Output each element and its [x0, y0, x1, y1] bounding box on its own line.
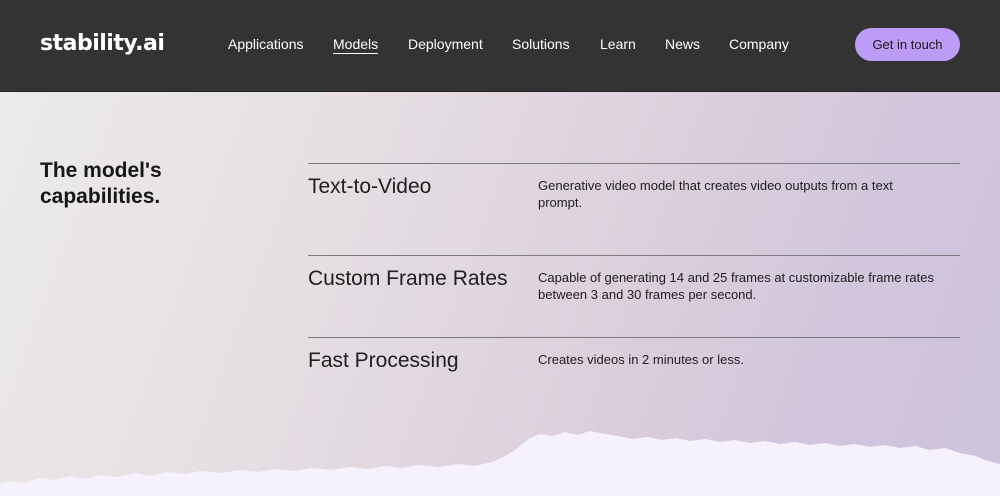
stability-logo[interactable]: stability.ai	[40, 29, 165, 59]
capability-name: Custom Frame Rates	[308, 267, 508, 290]
capability-row: Text-to-Video Generative video model tha…	[308, 163, 960, 210]
nav-applications[interactable]: Applications	[228, 35, 304, 53]
nav-news[interactable]: News	[665, 35, 700, 53]
site-header: stability.ai Applications Models Deploym…	[0, 0, 1000, 92]
capability-row: Custom Frame Rates Capable of generating…	[308, 255, 960, 302]
capability-row: Fast Processing Creates videos in 2 minu…	[308, 337, 960, 372]
capabilities-section: The model's capabilities. Text-to-Video …	[0, 92, 1000, 496]
capability-name: Fast Processing	[308, 349, 459, 372]
nav-solutions[interactable]: Solutions	[512, 35, 570, 53]
capability-name: Text-to-Video	[308, 175, 432, 198]
section-title: The model's capabilities.	[40, 159, 162, 208]
nav-company[interactable]: Company	[729, 35, 789, 53]
capability-description: Generative video model that creates vide…	[538, 178, 893, 210]
capability-description: Creates videos in 2 minutes or less.	[538, 352, 744, 367]
nav-learn[interactable]: Learn	[600, 35, 636, 53]
get-in-touch-button[interactable]: Get in touch	[855, 28, 960, 61]
nav-models[interactable]: Models	[333, 35, 379, 54]
torn-paper-edge	[0, 431, 1000, 496]
nav-deployment[interactable]: Deployment	[408, 35, 483, 53]
capability-description: Capable of generating 14 and 25 frames a…	[538, 270, 935, 302]
